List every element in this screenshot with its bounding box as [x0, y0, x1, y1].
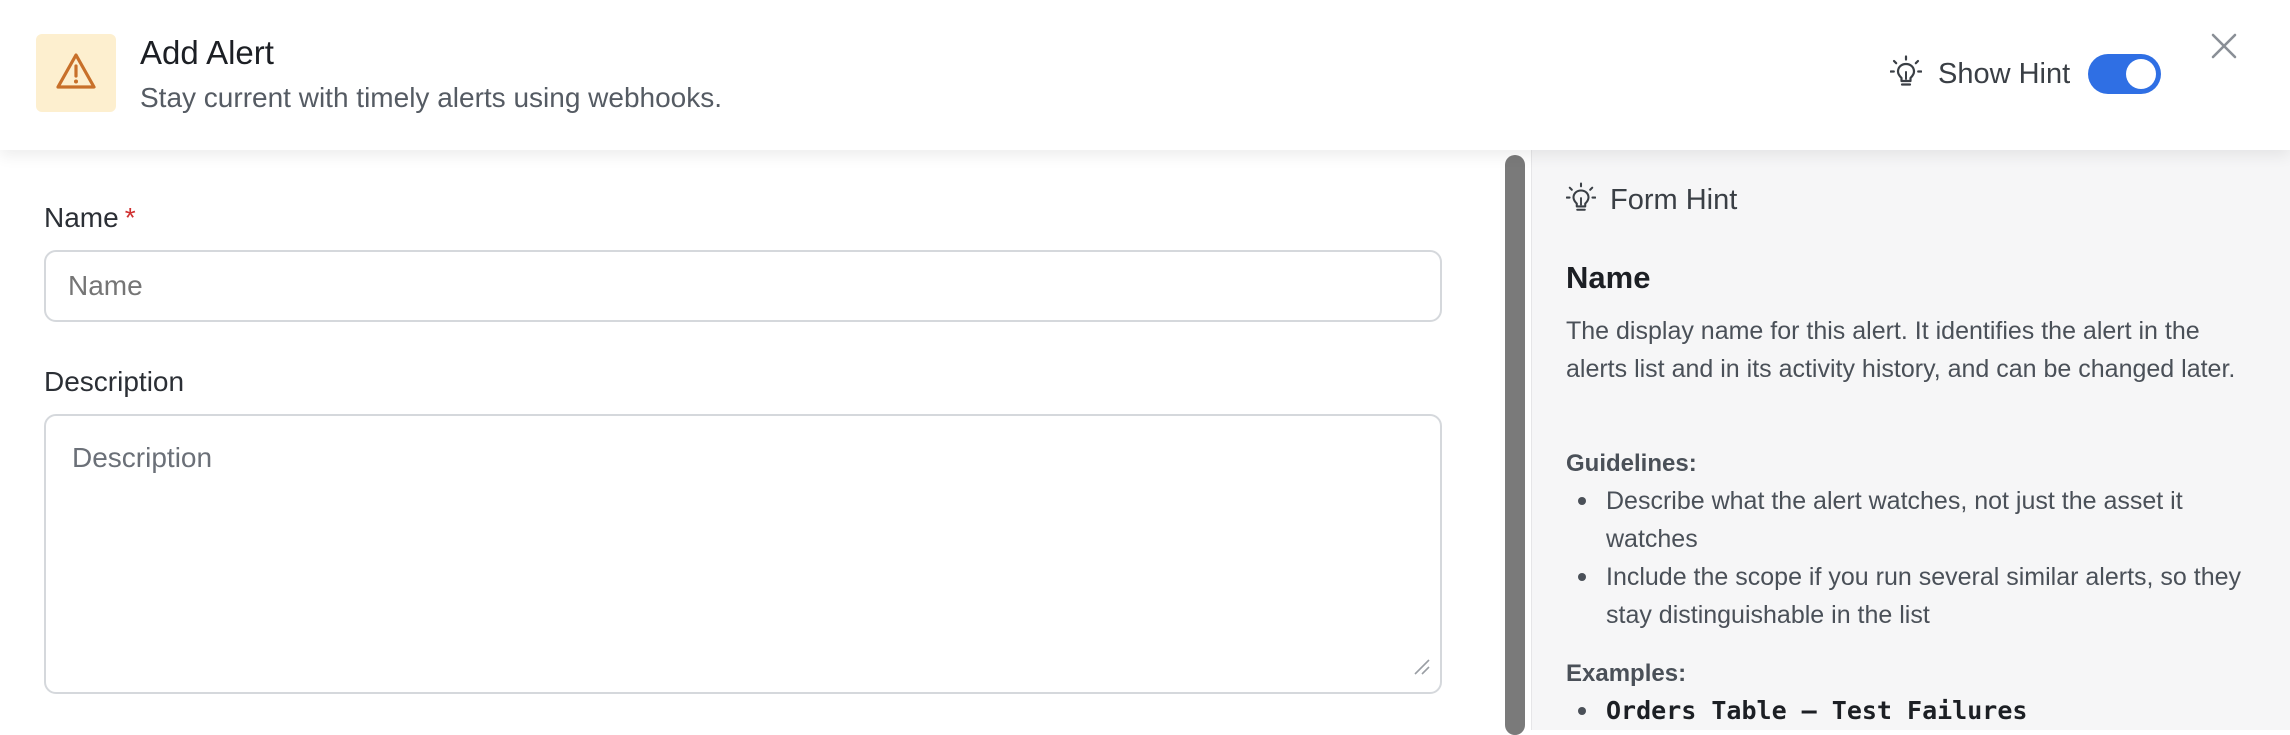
alert-form: Name* Description Description [0, 150, 1500, 730]
guidelines-list: Describe what the alert watches, not jus… [1566, 482, 2266, 634]
toggle-knob [2126, 59, 2157, 89]
list-item: Include the scope if you run several sim… [1566, 558, 2266, 634]
list-item: Orders Table – Test Failures [1566, 692, 2266, 730]
hint-panel-header: Form Hint [1565, 182, 1738, 219]
description-textarea[interactable]: Description [44, 414, 1442, 694]
show-hint-label: Show Hint [1938, 57, 2071, 90]
dialog-title: Add Alert [140, 34, 274, 71]
guidelines-label: Guidelines: [1566, 450, 1697, 477]
dialog-header: Add Alert Stay current with timely alert… [0, 0, 2290, 150]
form-hint-panel: Form Hint Name The display name for this… [1531, 150, 2290, 730]
examples-list: Orders Table – Test Failures [1566, 692, 2266, 730]
description-field-label: Description [44, 366, 185, 397]
lightbulb-icon [1889, 54, 1923, 94]
warning-triangle-icon [55, 52, 97, 95]
list-item: Describe what the alert watches, not jus… [1566, 482, 2266, 558]
show-hint-switch[interactable] [2088, 54, 2162, 94]
show-hint-toggle-group[interactable]: Show Hint [1889, 52, 2162, 96]
name-input[interactable] [44, 250, 1442, 322]
example-value: Orders Table – Test Failures [1606, 696, 2028, 725]
required-marker: * [124, 202, 136, 233]
name-field-label: Name * [44, 202, 136, 233]
description-placeholder: Description [72, 442, 213, 473]
close-icon [2210, 32, 2238, 65]
hint-description: The display name for this alert. It iden… [1566, 317, 2236, 383]
hint-panel-title: Form Hint [1610, 184, 1738, 216]
resize-handle-icon[interactable] [1412, 650, 1430, 682]
alert-icon-badge [36, 34, 116, 112]
lightbulb-icon [1565, 182, 1597, 219]
form-scrollbar-thumb[interactable] [1505, 155, 1525, 735]
examples-label: Examples: [1566, 660, 1687, 687]
close-button[interactable] [2204, 28, 2244, 68]
hint-heading: Name [1566, 260, 1651, 295]
dialog-subtitle: Stay current with timely alerts using we… [140, 82, 723, 113]
